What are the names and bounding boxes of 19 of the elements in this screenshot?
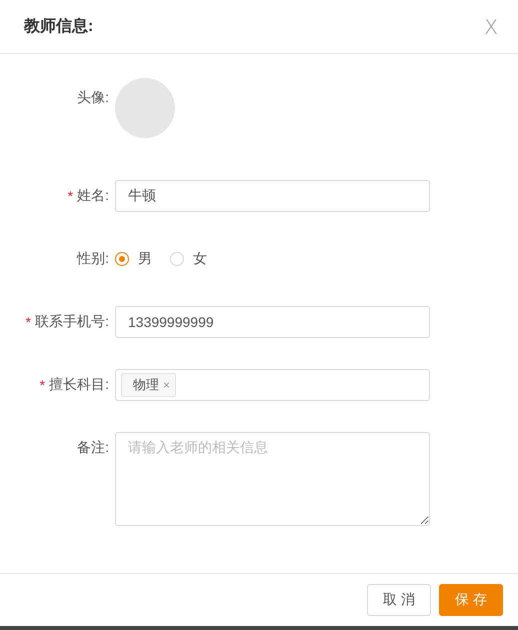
- input-field[interactable]: 13399999999: [115, 306, 430, 338]
- required-mark: *: [68, 188, 74, 204]
- field-label: 备注:: [77, 439, 109, 457]
- tag-label: 物理: [133, 376, 159, 394]
- remark-textarea[interactable]: 请输入老师的相关信息: [115, 432, 430, 526]
- required-mark: *: [40, 377, 46, 393]
- field-label: 擅长科目:: [49, 376, 109, 394]
- cancel-button[interactable]: 取 消: [367, 584, 431, 616]
- dialog-title: 教师信息:: [24, 16, 94, 37]
- radio-option[interactable]: 男: [115, 250, 152, 268]
- tag-select-field[interactable]: 物理 ×: [115, 369, 430, 401]
- required-mark: *: [26, 314, 32, 330]
- radio-option[interactable]: 女: [170, 250, 207, 268]
- field-label: 性别:: [77, 250, 109, 268]
- field-label: 头像:: [77, 89, 109, 107]
- radio-icon[interactable]: [115, 252, 129, 266]
- field-label: 姓名:: [77, 187, 109, 205]
- field-label: 联系手机号:: [35, 313, 109, 331]
- input-field[interactable]: 牛顿: [115, 180, 430, 212]
